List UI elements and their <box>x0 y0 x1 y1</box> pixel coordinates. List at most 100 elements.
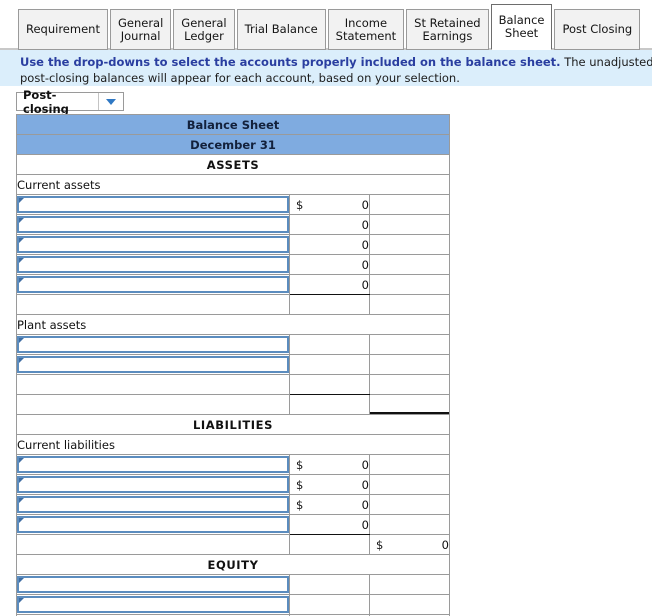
table-row: $ 0 <box>16 494 450 515</box>
table-row: $ 0 <box>16 474 450 495</box>
dropdown-toggle-button[interactable] <box>98 93 123 110</box>
table-row-date: December 31 <box>16 134 450 155</box>
current-liability-account-cell-1[interactable] <box>16 454 290 475</box>
dropdown-marker-icon <box>19 218 24 223</box>
current-liability-account-cell-3[interactable] <box>16 494 290 515</box>
equity-total-cell-1 <box>369 574 450 595</box>
equity-account-cell-2[interactable] <box>16 594 290 615</box>
dropdown-marker-icon <box>19 578 24 583</box>
account-select-12[interactable] <box>17 576 289 593</box>
equity-account-cell-1[interactable] <box>16 574 290 595</box>
total-current-assets-mid <box>289 294 370 315</box>
tab-general-ledger[interactable]: General Ledger <box>173 9 235 50</box>
table-row: 0 <box>16 514 450 535</box>
tab-balance-sheet[interactable]: Balance Sheet <box>490 4 553 50</box>
account-select-4[interactable] <box>17 256 289 273</box>
table-row-current-liabilities-caption: Current liabilities <box>16 434 450 455</box>
table-row-liabilities-header: LIABILITIES <box>16 414 450 435</box>
current-liability-account-cell-4[interactable] <box>16 514 290 535</box>
total-plant-assets-amount <box>369 374 450 395</box>
tab-general-journal[interactable]: General Journal <box>109 9 172 50</box>
dropdown-marker-icon <box>19 238 24 243</box>
balance-type-dropdown[interactable]: Post-closing <box>16 87 124 116</box>
table-row: $ 0 <box>16 454 450 475</box>
current-asset-amount-4: 0 <box>289 254 370 275</box>
instruction-line-2: post-closing balances will appear for ea… <box>20 71 460 85</box>
account-select-6[interactable] <box>17 336 289 353</box>
plant-asset-total-cell-1 <box>369 334 450 355</box>
account-select-3[interactable] <box>17 236 289 253</box>
table-row: 0 <box>16 274 450 295</box>
account-select-5[interactable] <box>17 276 289 293</box>
balance-sheet-worksheet: Requirement General Journal General Ledg… <box>0 0 652 616</box>
account-select-10[interactable] <box>17 496 289 513</box>
dropdown-marker-icon <box>19 278 24 283</box>
total-assets-mid <box>289 394 370 415</box>
tab-label: Income Statement <box>335 15 397 43</box>
table-row-plant-assets-caption: Plant assets <box>16 314 450 335</box>
total-liabilities-amount: $ 0 <box>369 534 450 555</box>
current-liability-total-cell-2 <box>369 474 450 495</box>
plant-asset-amount-2 <box>289 354 370 375</box>
tab-post-closing[interactable]: Post Closing <box>554 9 641 50</box>
table-row-total-plant-assets <box>16 374 450 395</box>
current-liability-total-cell-4 <box>369 514 450 535</box>
table-row-total-liabilities: $ 0 <box>16 534 450 555</box>
tab-label: St Retained Earnings <box>414 15 481 43</box>
instruction-lead: Use the drop-downs to select the account… <box>20 55 561 69</box>
tab-label: Trial Balance <box>244 22 318 36</box>
current-asset-amount-3: 0 <box>289 234 370 255</box>
current-asset-total-cell-3 <box>369 234 450 255</box>
total-current-assets-amount <box>369 294 450 315</box>
current-asset-amount-1: $ 0 <box>289 194 370 215</box>
account-select-13[interactable] <box>17 596 289 613</box>
instruction-line-1: Use the drop-downs to select the account… <box>20 55 652 70</box>
instruction-rest: The unadjusted, adjusted, o <box>564 55 652 69</box>
current-asset-account-cell-5[interactable] <box>16 274 290 295</box>
dropdown-marker-icon <box>19 258 24 263</box>
balance-sheet-table: Balance Sheet December 31 ASSETS Current… <box>16 114 450 616</box>
account-select-9[interactable] <box>17 476 289 493</box>
tab-income-statement[interactable]: Income Statement <box>327 9 405 50</box>
account-select-2[interactable] <box>17 216 289 233</box>
table-row-current-assets-caption: Current assets <box>16 174 450 195</box>
dropdown-marker-icon <box>19 358 24 363</box>
dropdown-marker-icon <box>19 198 24 203</box>
tab-label: General Ledger <box>181 15 227 43</box>
tab-trial-balance[interactable]: Trial Balance <box>236 9 326 50</box>
tab-bar: Requirement General Journal General Ledg… <box>0 0 652 50</box>
tab-st-retained-earnings[interactable]: St Retained Earnings <box>406 9 489 50</box>
current-asset-total-cell-2 <box>369 214 450 235</box>
plant-asset-account-cell-1[interactable] <box>16 334 290 355</box>
equity-amount-1 <box>289 574 370 595</box>
current-asset-total-cell-5 <box>369 274 450 295</box>
amount-value: 0 <box>361 257 369 272</box>
balance-type-value: Post-closing <box>23 87 69 116</box>
plant-asset-account-cell-2[interactable] <box>16 354 290 375</box>
account-select-1[interactable] <box>17 196 289 213</box>
current-liability-account-cell-2[interactable] <box>16 474 290 495</box>
table-row: 0 <box>16 254 450 275</box>
currency-symbol: $ <box>296 477 304 492</box>
assets-header: ASSETS <box>16 154 450 175</box>
liabilities-header: LIABILITIES <box>16 414 450 435</box>
tab-requirement[interactable]: Requirement <box>18 9 108 50</box>
total-plant-assets-label <box>16 374 290 395</box>
equity-amount-2 <box>289 594 370 615</box>
equity-header: EQUITY <box>16 554 450 575</box>
dropdown-marker-icon <box>19 518 24 523</box>
account-select-11[interactable] <box>17 516 289 533</box>
current-asset-account-cell-4[interactable] <box>16 254 290 275</box>
table-row: $ 0 <box>16 194 450 215</box>
currency-symbol: $ <box>296 197 304 212</box>
current-asset-account-cell-2[interactable] <box>16 214 290 235</box>
current-assets-caption: Current assets <box>16 174 450 195</box>
account-select-8[interactable] <box>17 456 289 473</box>
dropdown-marker-icon <box>19 598 24 603</box>
equity-total-cell-2 <box>369 594 450 615</box>
account-select-7[interactable] <box>17 356 289 373</box>
current-asset-account-cell-1[interactable] <box>16 194 290 215</box>
current-asset-account-cell-3[interactable] <box>16 234 290 255</box>
dropdown-marker-icon <box>19 478 24 483</box>
current-asset-amount-5: 0 <box>289 274 370 295</box>
